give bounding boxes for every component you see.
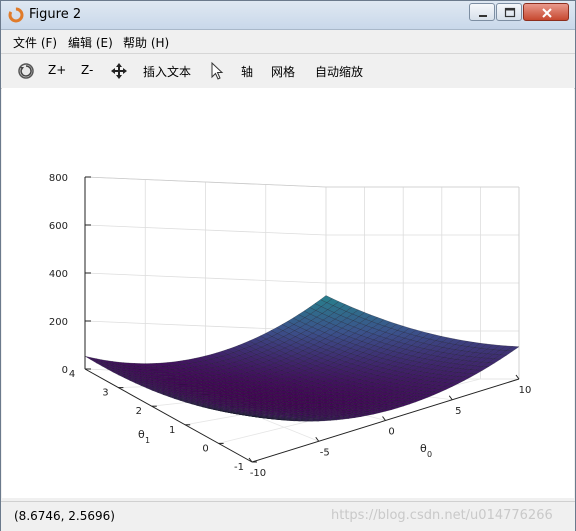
toolbar: Z+ Z- 插入文本 轴 网格 自动缩放	[1, 53, 575, 89]
x-tick-label: -10	[250, 468, 266, 479]
insert-text-button[interactable]: 插入文本	[143, 63, 191, 80]
y-axis-label-subscript: 1	[145, 436, 150, 445]
x-tick-label: 5	[455, 406, 461, 417]
x-tick-label: 10	[519, 385, 532, 396]
minimize-icon	[479, 15, 487, 17]
title-bar[interactable]: Figure 2	[1, 1, 575, 30]
figure-window: Figure 2 文件 (F) 编辑 (E) 帮助 (H) Z+ Z- 插入文本…	[0, 0, 576, 531]
window-title: Figure 2	[29, 7, 82, 22]
status-bar: (8.6746, 2.5696) https://blog.csdn.net/u…	[1, 501, 575, 531]
x-tick-label: -5	[320, 447, 330, 458]
surface-mesh	[84, 295, 520, 422]
zoom-out-button[interactable]: Z-	[81, 63, 93, 77]
x-tick-label: 0	[388, 427, 394, 438]
close-icon	[542, 8, 552, 18]
y-tick-label: -1	[234, 462, 244, 473]
axis-button[interactable]: 轴	[241, 63, 253, 80]
octave-logo-icon	[8, 7, 24, 23]
watermark: https://blog.csdn.net/u014776266	[331, 508, 553, 523]
pan-arrows-icon[interactable]	[109, 61, 129, 81]
menu-bar: 文件 (F) 编辑 (E) 帮助 (H)	[1, 30, 575, 52]
menu-edit[interactable]: 编辑 (E)	[68, 34, 113, 51]
z-tick-label: 800	[49, 173, 68, 184]
cursor-arrow-icon[interactable]	[207, 61, 227, 81]
x-axis-label-subscript: 0	[427, 450, 432, 459]
z-tick-label: 200	[49, 317, 68, 328]
y-axis-label: θ	[138, 428, 145, 441]
surface-plot[interactable]: 0200400600800-10-50510-101234 θ 1 θ 0	[2, 88, 574, 498]
y-tick-label: 4	[69, 369, 75, 380]
y-tick-label: 2	[136, 406, 142, 417]
plot-canvas[interactable]: 0 200 400 600 800 -10 -5 0 5 10 -1 0 1 2 3 4 θ 1 θ 0	[2, 88, 574, 498]
y-tick-label: 3	[102, 388, 108, 399]
menu-file[interactable]: 文件 (F)	[13, 34, 57, 51]
maximize-button[interactable]	[496, 3, 522, 21]
z-tick-label: 600	[49, 221, 68, 232]
rotate-icon[interactable]	[16, 61, 36, 81]
x-tick	[515, 374, 520, 380]
y-tick-label: 0	[202, 443, 208, 454]
z-tick-label: 400	[49, 269, 68, 280]
menu-help[interactable]: 帮助 (H)	[123, 34, 169, 51]
autoscale-button[interactable]: 自动缩放	[315, 63, 363, 80]
minimize-button[interactable]	[469, 3, 495, 21]
maximize-icon	[504, 7, 516, 18]
cursor-coordinates: (8.6746, 2.5696)	[14, 509, 115, 523]
close-button[interactable]	[523, 3, 569, 21]
x-axis-label: θ	[420, 442, 427, 455]
grid-button[interactable]: 网格	[271, 63, 295, 80]
zoom-in-button[interactable]: Z+	[48, 63, 66, 77]
y-tick-label: 1	[169, 425, 175, 436]
z-tick-label: 0	[62, 365, 68, 376]
